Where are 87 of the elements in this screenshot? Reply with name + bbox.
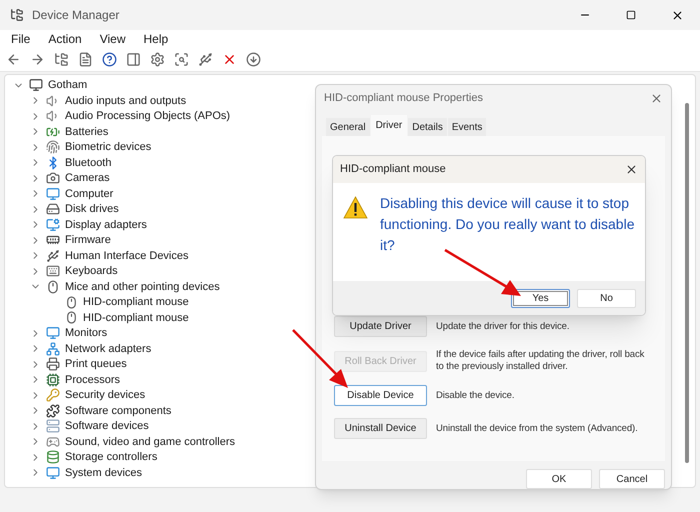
device-icon (46, 248, 60, 263)
mouse-icon (65, 311, 78, 324)
tree-item[interactable]: Keyboards (65, 263, 118, 280)
tree-item[interactable]: Software components (65, 402, 172, 419)
device-icon (46, 419, 60, 434)
mouse-icon (65, 296, 78, 309)
mouse-icon (46, 280, 60, 294)
drive-icon (46, 202, 60, 216)
tab[interactable]: Driver (370, 115, 408, 136)
action-description: Disable the device. (436, 390, 514, 402)
tree-item[interactable]: Firmware (65, 232, 111, 248)
close-icon (670, 8, 684, 22)
dialog-button[interactable]: OK (526, 469, 592, 489)
tree-item[interactable]: Disk drives (65, 201, 119, 218)
tree-item[interactable]: Audio Processing Objects (APOs) (65, 108, 230, 124)
display-adapter-icon (46, 218, 60, 232)
printer-icon (46, 357, 60, 372)
tree-item[interactable]: Mice and other pointing devices (65, 278, 220, 295)
tree-item[interactable]: Gotham (48, 76, 88, 94)
maximize-icon (626, 10, 636, 20)
tree-item[interactable]: Biometric devices (65, 139, 152, 156)
tree-item[interactable]: Computer (65, 186, 114, 202)
tree-item[interactable]: Cameras (65, 170, 110, 186)
help-icon[interactable] (102, 52, 117, 67)
storage-icon (46, 450, 60, 464)
key-icon (46, 388, 60, 402)
tree-item[interactable]: Human Interface Devices (65, 248, 188, 264)
menu-item[interactable]: Action (41, 30, 89, 48)
window-title: Device Manager (32, 7, 120, 24)
menu-item[interactable]: Help (136, 30, 176, 48)
panel-icon[interactable] (126, 52, 141, 67)
fingerprint-icon (46, 140, 60, 154)
tree-item[interactable]: Software devices (65, 418, 149, 434)
delete-icon[interactable] (222, 52, 237, 67)
tree-item[interactable]: Sound, video and game controllers (65, 434, 235, 450)
device-icon[interactable] (198, 52, 213, 67)
tree-item[interactable]: Batteries (65, 124, 108, 140)
forward-icon[interactable] (30, 52, 45, 67)
gear-icon[interactable] (150, 52, 165, 67)
close-icon[interactable] (650, 92, 663, 106)
tree-item[interactable]: HID-compliant mouse (83, 310, 189, 326)
tree-item[interactable]: Network adapters (65, 340, 152, 357)
tree-item[interactable]: Display adapters (65, 216, 147, 233)
tree-item[interactable]: System devices (65, 464, 142, 481)
dialog-button[interactable]: No (577, 288, 636, 308)
dialog-button[interactable]: Yes (511, 288, 570, 308)
dialog-title: HID-compliant mouse (340, 162, 446, 178)
tree-item[interactable]: Storage controllers (65, 449, 158, 466)
dialog-title: HID-compliant mouse Properties (324, 91, 483, 106)
menu-item[interactable]: File (4, 30, 38, 48)
action-description: If the device fails after updating the driver, roll back to the previously installed driver. (436, 349, 646, 373)
menu-item[interactable]: View (92, 30, 132, 48)
action-description: Update the driver for this device. (436, 320, 570, 332)
close-icon[interactable] (625, 163, 638, 176)
warning-icon (343, 196, 368, 219)
action-button[interactable]: Uninstall Device (334, 418, 427, 439)
scrollbar[interactable] (685, 103, 689, 463)
app-icon (10, 8, 24, 22)
tree-item[interactable]: Print queues (65, 356, 127, 372)
tab[interactable]: General (326, 118, 370, 136)
tree-item[interactable]: Monitors (65, 325, 108, 342)
tree-item[interactable]: Bluetooth (65, 154, 112, 171)
confirm-message: Disabling this device will cause it to stop functioning. Do you really want to disable it? (380, 194, 635, 255)
keyboard-icon (46, 264, 60, 278)
component-icon (46, 404, 60, 418)
tree-item[interactable]: Audio inputs and outputs (65, 92, 186, 109)
monitor-icon (46, 186, 60, 201)
tab[interactable]: Details (408, 118, 447, 136)
scan-icon[interactable] (174, 52, 189, 67)
download-icon[interactable] (246, 52, 261, 67)
tree-item[interactable]: Security devices (65, 387, 146, 404)
dialog-button[interactable]: Cancel (599, 469, 665, 489)
camera-icon (46, 171, 60, 186)
monitor-icon (46, 466, 60, 480)
tab[interactable]: Events (448, 118, 486, 136)
action-button[interactable]: Update Driver (334, 316, 427, 337)
computer-icon (29, 78, 43, 92)
action-description: Uninstall the device from the system (Advanced). (436, 422, 638, 434)
tree-item[interactable]: Processors (65, 372, 120, 388)
action-button[interactable]: Disable Device (334, 385, 427, 406)
monitor-icon (46, 326, 60, 340)
properties-icon[interactable] (78, 52, 93, 67)
processor-icon (46, 372, 60, 387)
tree-item[interactable]: HID-compliant mouse (83, 294, 189, 310)
tree-view-icon[interactable] (54, 52, 69, 67)
network-icon (46, 342, 60, 356)
back-icon[interactable] (6, 52, 21, 67)
